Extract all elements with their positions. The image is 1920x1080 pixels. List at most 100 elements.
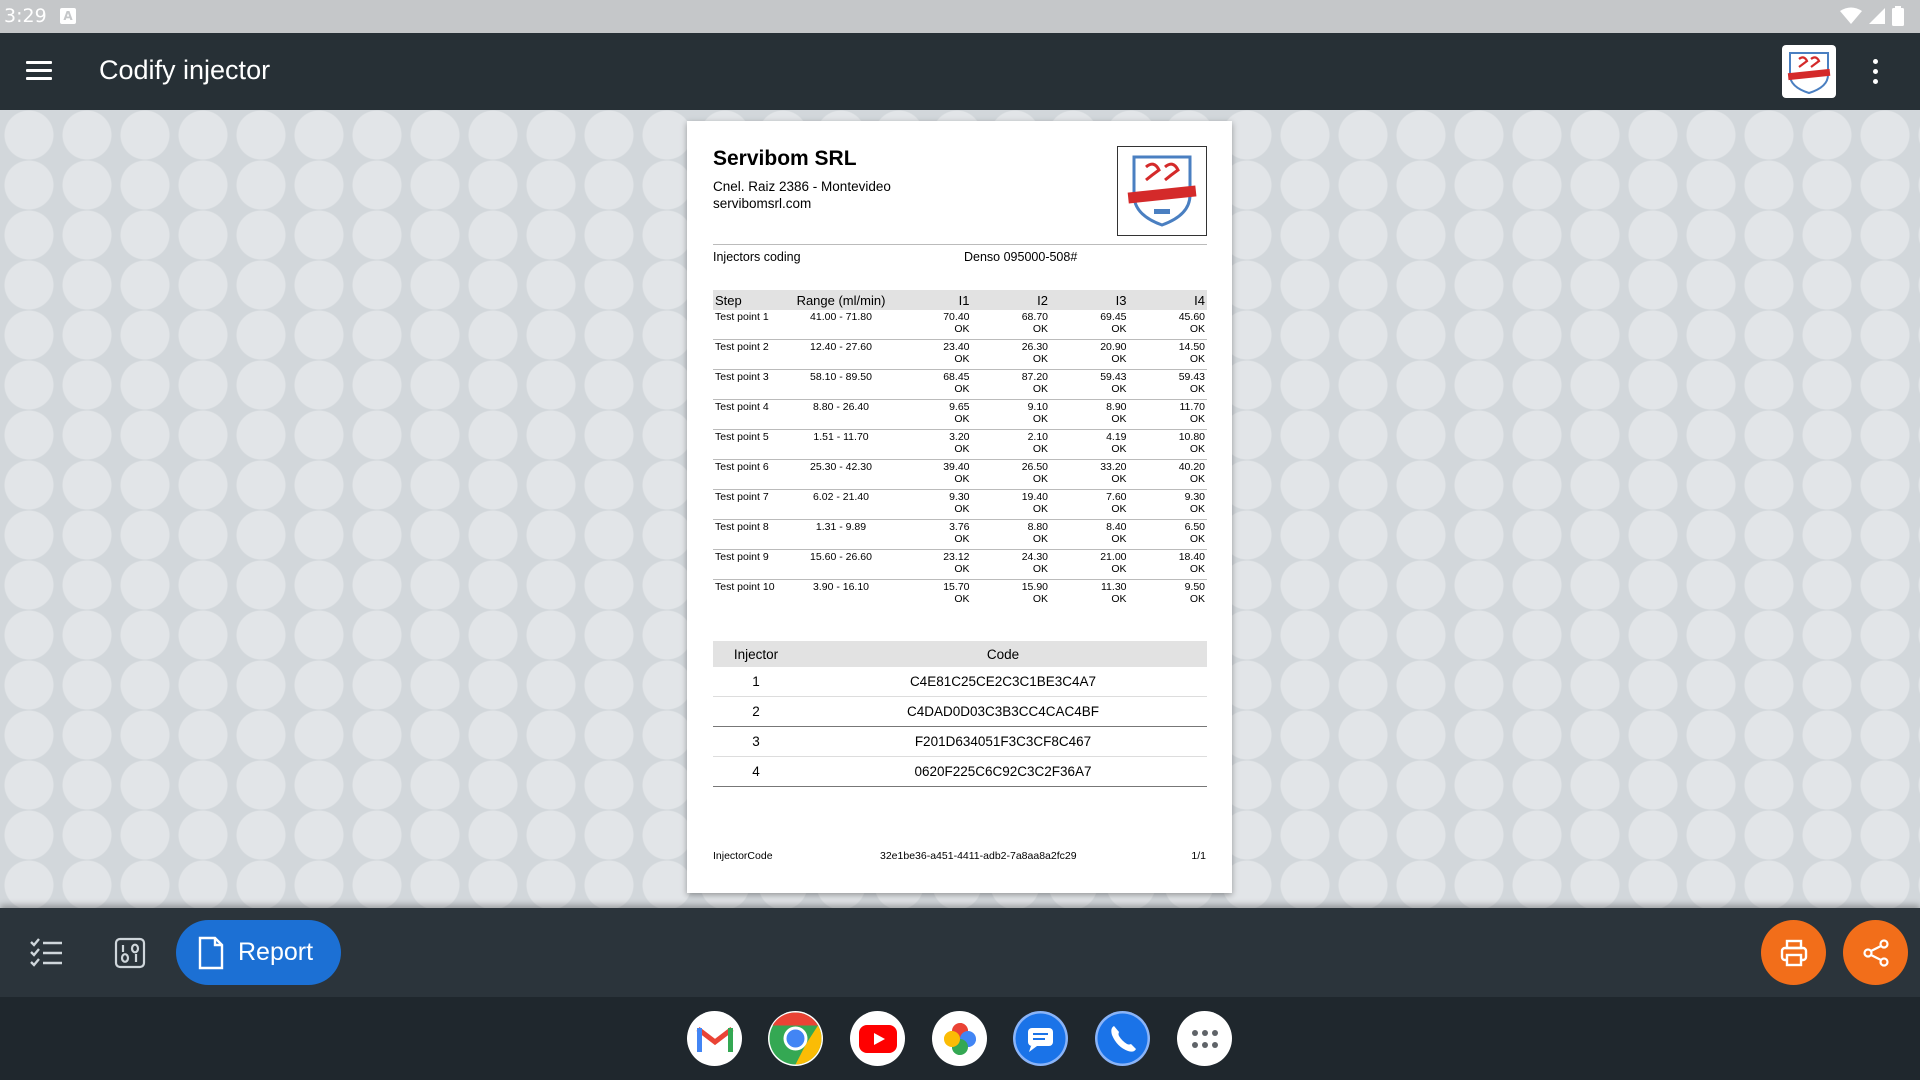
table-row: Test point 2 12.40 - 27.60 23.40 OK 26.30 OK 2… [713,339,1207,370]
injector-code: C4DAD0D03C3B3CC4CAC4BF [799,696,1207,727]
table-row: Test point 7 6.02 - 21.40 9.30 OK 19.40 OK 7.6… [713,489,1207,520]
step-cell: Test point 7 [713,489,789,520]
measured-value: 23.40 [943,341,970,353]
gmail-icon[interactable] [687,1011,742,1066]
status-value: OK [1111,413,1127,425]
app-dock [0,997,1920,1080]
status-value: OK [954,383,970,395]
header-injector: Injector [713,641,799,667]
value-cell-i4: 6.50 OK [1128,519,1207,550]
menu-icon[interactable] [26,61,52,81]
value-cell-i1: 23.12 OK [893,549,972,580]
print-button[interactable] [1761,920,1826,985]
range-cell: 8.80 - 26.40 [789,399,893,430]
youtube-icon[interactable] [850,1011,905,1066]
status-value: OK [1032,443,1048,455]
measured-value: 68.45 [943,371,970,383]
value-cell-i1: 70.40 OK [893,310,972,340]
value-cell-i1: 23.40 OK [893,339,972,370]
step-cell: Test point 8 [713,519,789,550]
value-cell-i1: 9.30 OK [893,489,972,520]
value-cell-i3: 33.20 OK [1050,459,1129,490]
chrome-icon[interactable] [768,1011,823,1066]
messages-icon[interactable] [1013,1011,1068,1066]
injector-number: 4 [713,756,799,787]
table-row: Test point 9 15.60 - 26.60 23.12 OK 24.30 OK 2… [713,549,1207,580]
status-value: OK [1189,413,1205,425]
status-value: OK [1189,563,1205,575]
value-cell-i3: 4.19 OK [1050,429,1129,460]
more-vert-icon[interactable] [1870,59,1880,85]
value-cell-i4: 59.43 OK [1128,369,1207,400]
measured-value: 59.43 [1178,371,1205,383]
photos-icon[interactable] [932,1011,987,1066]
value-cell-i3: 11.30 OK [1050,580,1129,610]
divider [713,244,1207,245]
status-value: OK [1032,533,1048,545]
status-value: OK [1189,383,1205,395]
document-viewer[interactable]: Servibom SRL Cnel. Raiz 2386 - Montevide… [0,110,1920,908]
report-button[interactable]: Report [176,920,341,985]
value-cell-i2: 68.70 OK [971,310,1050,340]
value-cell-i1: 15.70 OK [893,580,972,610]
status-value: OK [954,413,970,425]
status-value: OK [1189,503,1205,515]
status-value: OK [1111,563,1127,575]
table-header-row: Step Range (ml/min) I1 I2 I3 I4 [713,290,1207,310]
servibom-logo-icon [1782,45,1836,98]
header-step: Step [713,290,789,310]
checklist-icon[interactable] [28,935,64,971]
header-i1: I1 [893,290,972,310]
status-value: OK [1189,443,1205,455]
measured-value: 87.20 [1021,371,1048,383]
header-range: Range (ml/min) [789,290,893,310]
measured-value: 9.65 [949,401,970,413]
measured-value: 11.30 [1101,581,1127,593]
range-cell: 25.30 - 42.30 [789,459,893,490]
table-row: 3 F201D634051F3C3CF8C467 [713,726,1207,757]
test-results-table: Step Range (ml/min) I1 I2 I3 I4 Test poi… [713,290,1207,609]
value-cell-i2: 24.30 OK [971,549,1050,580]
status-value: OK [1189,533,1205,545]
status-value: OK [954,593,970,605]
measured-value: 7.60 [1106,491,1127,503]
range-cell: 3.90 - 16.10 [812,581,870,593]
step-cell: Test point 4 [713,399,789,430]
share-button[interactable] [1843,920,1908,985]
header-code: Code [799,641,1207,667]
value-cell-i2: 2.10 OK [971,429,1050,460]
servibom-logo-icon [1117,146,1207,236]
value-cell-i4: 40.20 OK [1128,459,1207,490]
value-cell-i3: 7.60 OK [1050,489,1129,520]
measured-value: 19.40 [1021,491,1048,503]
binary-icon[interactable] [112,935,148,971]
value-cell-i4: 10.80 OK [1128,429,1207,460]
measured-value: 15.70 [943,581,970,593]
step-cell: Test point 6 [713,459,789,490]
value-cell-i1: 3.76 OK [893,519,972,550]
measured-value: 26.30 [1021,341,1048,353]
report-label: Report [238,938,314,966]
step-cell: Test point 5 [713,429,789,460]
value-cell-i1: 39.40 OK [893,459,972,490]
range-cell: 1.51 - 11.70 [789,429,893,460]
status-value: OK [954,563,970,575]
footer-left: InjectorCode [713,850,773,862]
status-value: OK [1032,323,1048,335]
injector-model: Denso 095000-508# [964,250,1078,264]
measured-value: 6.50 [1184,521,1205,533]
phone-icon[interactable] [1095,1011,1150,1066]
value-cell-i2: 8.80 OK [971,519,1050,550]
doc-type: Injectors coding [713,250,801,264]
measured-value: 45.60 [1178,311,1205,323]
measured-value: 8.40 [1106,521,1127,533]
status-time: 3:29 [4,5,47,27]
status-bar: 3:29 A [0,0,1920,33]
header-i2: I2 [971,290,1050,310]
measured-value: 3.20 [949,431,970,443]
measured-value: 2.10 [1027,431,1048,443]
measured-value: 9.30 [1184,491,1205,503]
measured-value: 40.20 [1178,461,1205,473]
app-drawer-icon[interactable] [1177,1011,1232,1066]
range-cell: 6.02 - 21.40 [789,489,893,520]
